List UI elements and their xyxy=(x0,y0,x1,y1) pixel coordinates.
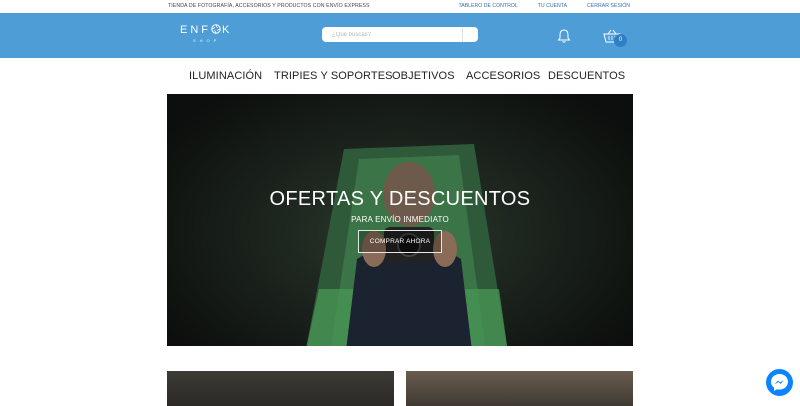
logo-wordmark: ENF K xyxy=(180,24,233,36)
account-link[interactable]: TU CUENTA xyxy=(538,3,567,9)
cart-count-badge: 0 xyxy=(614,34,627,47)
nav-item-iluminacion[interactable]: ILUMINACIÓN xyxy=(189,70,262,82)
hero-subtitle: PARA ENVÍO INMEDIATO xyxy=(351,215,449,224)
search-input[interactable] xyxy=(322,27,462,42)
aperture-icon xyxy=(211,24,221,34)
account-links: TABLERO DE CONTROL TU CUENTA CERRAR SESI… xyxy=(438,3,630,9)
logout-link[interactable]: CERRAR SESIÓN xyxy=(587,3,630,9)
bell-icon[interactable] xyxy=(556,28,572,44)
promo-card-1[interactable] xyxy=(167,371,394,406)
messenger-chat-button[interactable] xyxy=(766,369,793,396)
hero-banner: OFERTAS Y DESCUENTOS PARA ENVÍO INMEDIAT… xyxy=(167,94,633,346)
search-box xyxy=(322,27,478,42)
messenger-icon xyxy=(771,374,788,391)
main-header: ENFK SHOP 0 xyxy=(0,13,800,58)
category-nav: ILUMINACIÓN TRIPIES Y SOPORTES OBJETIVOS… xyxy=(0,58,800,94)
logo-subtitle: SHOP xyxy=(193,38,221,43)
nav-item-tripies[interactable]: TRIPIES Y SOPORTES xyxy=(274,70,393,82)
search-button[interactable] xyxy=(462,27,478,42)
shop-now-button[interactable]: COMPRAR AHORA xyxy=(358,230,442,253)
promo-card-2[interactable] xyxy=(406,371,633,406)
store-tagline: TIENDA DE FOTOGRAFÍA, ACCESORIOS Y PRODU… xyxy=(168,3,370,9)
store-logo[interactable]: ENF K SHOP xyxy=(180,24,232,48)
dashboard-link[interactable]: TABLERO DE CONTROL xyxy=(458,3,517,9)
top-info-bar: TIENDA DE FOTOGRAFÍA, ACCESORIOS Y PRODU… xyxy=(0,0,800,13)
nav-item-objetivos[interactable]: OBJETIVOS xyxy=(392,70,455,82)
nav-item-accesorios[interactable]: ACCESORIOS xyxy=(466,70,540,82)
hero-title: OFERTAS Y DESCUENTOS xyxy=(269,188,531,210)
nav-item-descuentos[interactable]: DESCUENTOS xyxy=(548,70,625,82)
